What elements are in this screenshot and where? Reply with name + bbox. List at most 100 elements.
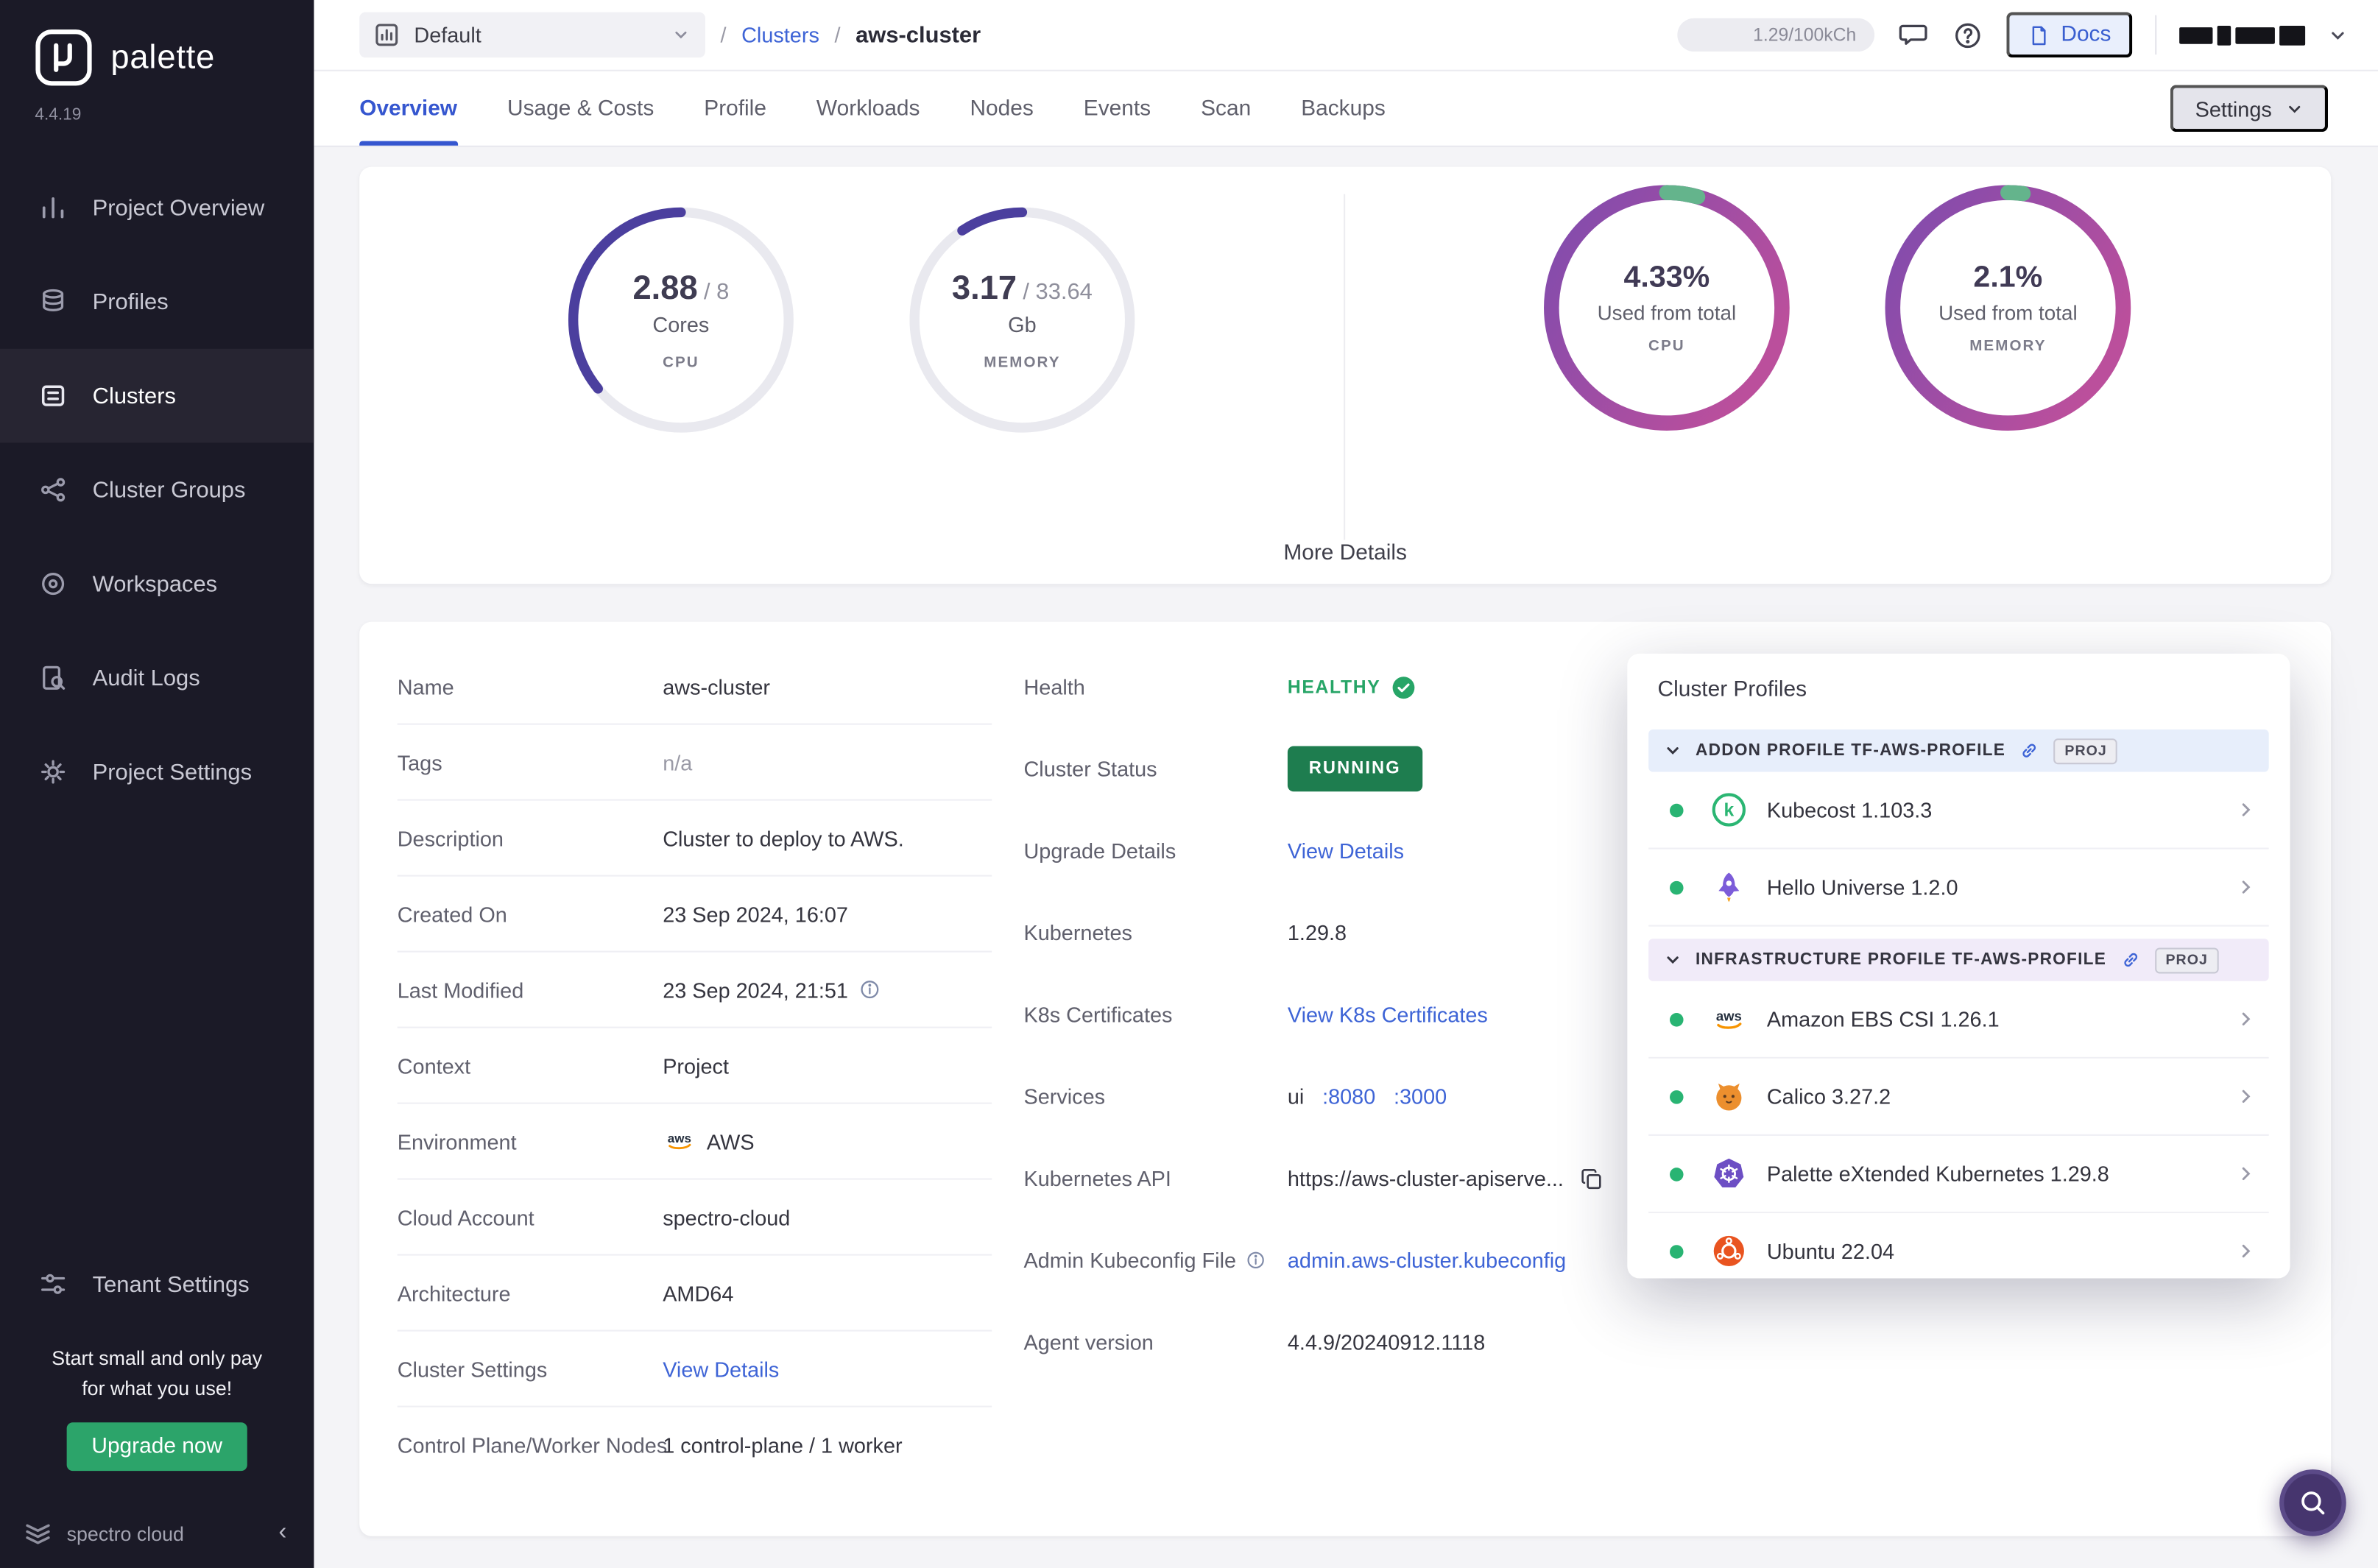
sidebar-item-profiles[interactable]: Profiles [0, 255, 314, 349]
palette-logo-icon [33, 27, 94, 88]
cluster-settings-view-details-link[interactable]: View Details [663, 1357, 779, 1381]
pack-row-ubuntu[interactable]: Ubuntu 22.04 [1648, 1213, 2269, 1289]
info-icon[interactable] [858, 978, 881, 1001]
scope-badge: PROJ [2155, 947, 2218, 972]
project-selector[interactable]: Default [359, 12, 705, 57]
sidebar-item-label: Cluster Groups [93, 477, 246, 503]
docs-button[interactable]: Docs [2006, 12, 2132, 57]
sidebar-item-project-overview[interactable]: Project Overview [0, 160, 314, 255]
upgrade-now-button[interactable]: Upgrade now [67, 1422, 247, 1471]
sliders-icon [38, 1269, 68, 1299]
detail-row-architecture: Architecture AMD64 [398, 1256, 992, 1332]
memory-usage-percent: 2.1% [1973, 261, 2042, 295]
sidebar-item-cluster-groups[interactable]: Cluster Groups [0, 443, 314, 537]
cpu-unit: Cores [652, 312, 709, 336]
sidebar-item-label: Project Settings [93, 759, 252, 785]
sidebar-item-workspaces[interactable]: Workspaces [0, 537, 314, 631]
copy-icon[interactable] [1579, 1165, 1605, 1191]
cluster-groups-icon [38, 475, 68, 505]
upgrade-view-details-link[interactable]: View Details [1288, 838, 1404, 863]
top-bar: Default / Clusters / aws-cluster 1.29/10… [314, 0, 2378, 71]
health-status-badge: HEALTHY [1288, 674, 1417, 700]
pack-status-dot [1670, 1167, 1684, 1181]
infrastructure-profile-section-header[interactable]: INFRASTRUCTURE PROFILE TF-AWS-PROFILE PR… [1648, 939, 2269, 981]
spectro-cloud-logo-icon [21, 1518, 54, 1548]
user-menu-chevron-down-icon[interactable] [2328, 25, 2348, 45]
tab-bar: Overview Usage & Costs Profile Workloads… [314, 71, 2378, 147]
detail-row-last-modified: Last Modified 23 Sep 2024, 21:51 [398, 953, 992, 1028]
brand-row: palette [0, 0, 314, 88]
pack-row-kubecost[interactable]: k Kubecost 1.103.3 [1648, 772, 2269, 850]
sidebar: palette 4.4.19 Project Overview Profiles [0, 0, 314, 1568]
clusters-icon [38, 381, 68, 411]
cluster-profiles-title: Cluster Profiles [1627, 654, 2290, 718]
divider [1344, 194, 1345, 540]
cpu-gauge-label: CPU [663, 355, 699, 372]
docs-icon [2028, 24, 2050, 46]
project-scope-icon [375, 23, 399, 47]
detail-row-nodes: Control Plane/Worker Nodes 1 control-pla… [398, 1408, 992, 1482]
rocket-icon [1711, 869, 1747, 905]
breadcrumb-current: aws-cluster [855, 22, 981, 48]
tab-overview[interactable]: Overview [359, 71, 457, 146]
detail-row-health: Health HEALTHY [1023, 646, 1630, 728]
help-icon[interactable] [1952, 19, 1983, 51]
sidebar-footer: spectro cloud ‹ [0, 1498, 314, 1568]
tab-events[interactable]: Events [1084, 71, 1151, 146]
chat-icon[interactable] [1897, 19, 1929, 51]
tab-usage-costs[interactable]: Usage & Costs [507, 71, 654, 146]
tab-profile[interactable]: Profile [704, 71, 766, 146]
brand-name: palette [110, 38, 215, 77]
tab-scan[interactable]: Scan [1201, 71, 1251, 146]
admin-kubeconfig-link[interactable]: admin.aws-cluster.kubeconfig [1288, 1248, 1566, 1272]
cpu-gauge: 2.88/ 8 Cores CPU [560, 199, 802, 442]
settings-button[interactable]: Settings [2171, 85, 2328, 132]
svg-text:aws: aws [668, 1131, 691, 1145]
sidebar-item-tenant-settings[interactable]: Tenant Settings [0, 1237, 314, 1332]
detail-row-admin-kubeconfig: Admin Kubeconfig File admin.aws-cluster.… [1023, 1219, 1630, 1301]
pack-row-palette-extended-kubernetes[interactable]: Palette eXtended Kubernetes 1.29.8 [1648, 1136, 2269, 1213]
detail-row-environment: Environment aws AWS [398, 1104, 992, 1180]
details-left-column: Name aws-cluster Tags n/a Description Cl… [398, 649, 992, 1482]
info-icon[interactable] [1245, 1249, 1266, 1271]
project-selector-value: Default [414, 23, 481, 47]
redacted-username[interactable] [2179, 25, 2305, 45]
more-details-button[interactable]: More Details [359, 541, 2331, 565]
tab-workloads[interactable]: Workloads [816, 71, 920, 146]
chevron-right-icon [2235, 1163, 2257, 1184]
detail-row-cluster-status: Cluster Status RUNNING [1023, 728, 1630, 810]
ubuntu-icon [1711, 1233, 1747, 1269]
sidebar-nav: Project Overview Profiles Clusters Clust… [0, 160, 314, 819]
running-status-badge: RUNNING [1288, 746, 1422, 791]
sidebar-item-clusters[interactable]: Clusters [0, 349, 314, 443]
aws-icon: aws [663, 1130, 696, 1153]
pack-status-dot [1670, 880, 1684, 894]
chevron-right-icon [2235, 1086, 2257, 1107]
detail-row-kubernetes: Kubernetes 1.29.8 [1023, 891, 1630, 973]
breadcrumb-clusters-link[interactable]: Clusters [741, 23, 819, 47]
collapse-sidebar-icon[interactable]: ‹ [278, 1519, 286, 1547]
service-port-link[interactable]: :3000 [1394, 1084, 1447, 1109]
service-port-link[interactable]: :8080 [1322, 1084, 1375, 1109]
addon-profile-section-header[interactable]: ADDON PROFILE TF-AWS-PROFILE PROJ [1648, 730, 2269, 772]
kubecost-icon: k [1711, 791, 1747, 827]
view-k8s-certificates-link[interactable]: View K8s Certificates [1288, 1003, 1488, 1027]
svg-text:aws: aws [1716, 1008, 1742, 1023]
sidebar-item-project-settings[interactable]: Project Settings [0, 725, 314, 819]
metrics-card: 2.88/ 8 Cores CPU 3.17/ 33.64 Gb MEMORY [359, 167, 2331, 584]
sidebar-item-label: Project Overview [93, 195, 265, 221]
divider [2155, 15, 2156, 55]
detail-row-tags: Tags n/a [398, 725, 992, 801]
pack-row-amazon-ebs-csi[interactable]: aws Amazon EBS CSI 1.26.1 [1648, 981, 2269, 1059]
chevron-right-icon [2235, 799, 2257, 821]
tab-backups[interactable]: Backups [1301, 71, 1386, 146]
pack-row-calico[interactable]: Calico 3.27.2 [1648, 1059, 2269, 1136]
pack-row-hello-universe[interactable]: Hello Universe 1.2.0 [1648, 850, 2269, 927]
workspaces-icon [38, 568, 68, 598]
search-fab-button[interactable] [2279, 1469, 2346, 1536]
sidebar-item-label: Clusters [93, 383, 176, 409]
tab-nodes[interactable]: Nodes [970, 71, 1033, 146]
sidebar-item-audit-logs[interactable]: Audit Logs [0, 631, 314, 725]
link-icon [2120, 950, 2142, 971]
memory-usage-ring: 2.1% Used from total MEMORY [1879, 179, 2137, 437]
